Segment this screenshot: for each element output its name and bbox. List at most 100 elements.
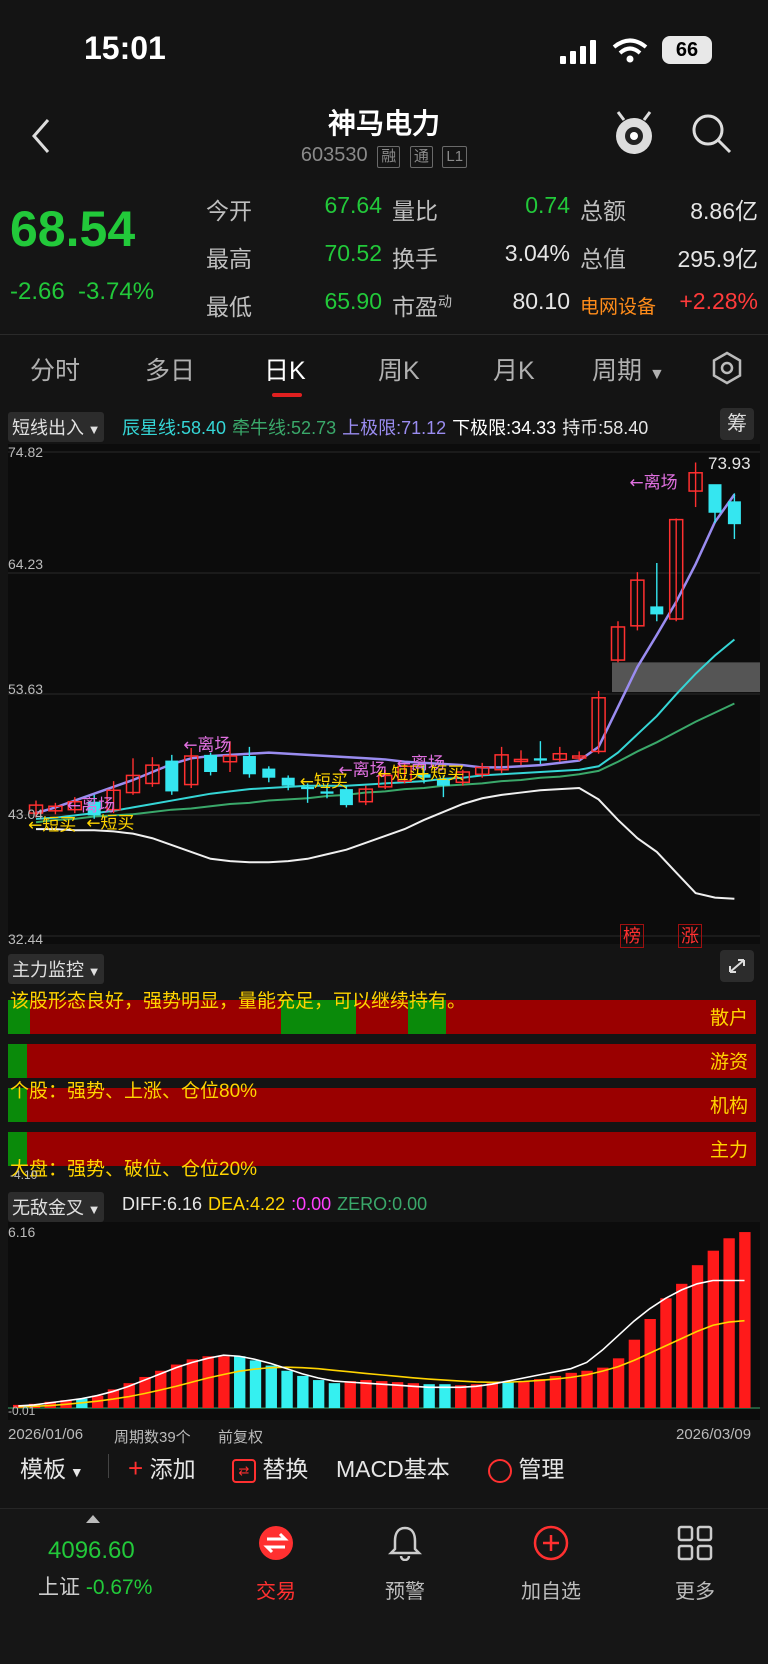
macd-bar [549,1375,562,1408]
caret-down-icon: ▼ [84,422,101,437]
manage-gear-icon [488,1458,512,1483]
bell-icon [387,1526,423,1561]
low-value: 65.90 [324,288,382,314]
main-indicator-value-0: 辰星线:58.40 [122,418,227,438]
tab-weekly-k[interactable]: 周K [378,351,420,387]
signal-annotation: ←离场 [629,473,677,493]
nav-alert[interactable]: 预警 [355,1519,455,1629]
y-tick-4: 32.44 [8,931,44,947]
index-value[interactable]: 4096.60 [48,1537,135,1565]
y-tick-1: 64.23 [8,556,44,572]
amount-value: 8.86亿 [690,198,758,224]
stock-status-text: 个股：强势、上涨、仓位80% [10,1081,258,1102]
search-icon[interactable] [690,112,734,156]
sector-link[interactable]: 电网设备 [580,292,656,319]
monitor-bar-1: 游资 [8,1044,756,1078]
macd-y-zero: -0.01 [8,1404,36,1418]
signal-annotation: +短买 [416,764,464,784]
tab-monthly-k[interactable]: 月K [493,351,535,387]
header: 神马电力 603530 融 通 L1 [0,96,768,180]
index-summary[interactable]: 上证 -0.67% [38,1571,152,1601]
mascot-icon[interactable] [612,110,656,156]
open-label: 今开 [206,198,252,224]
macd-bar [455,1385,467,1408]
pe-label-sup: 动 [438,293,452,310]
macd-chart[interactable] [8,1222,760,1420]
monitor-green-segment [8,1044,27,1078]
main-indicator-selector[interactable]: 短线出入 ▼ [8,412,105,442]
nav-trade-label: 交易 [256,1581,296,1603]
main-indicator-values: 辰星线:58.40 牵牛线:52.73 上极限:71.12 下极限:34.33 持币:5… [122,414,654,440]
macd-bar [581,1370,593,1408]
caret-down-icon: ▼ [84,1202,101,1217]
settings-hexagon-icon[interactable] [710,351,744,385]
manage-indicator-button[interactable]: 管理 [488,1450,564,1484]
replace-indicator-button[interactable]: ⇄ 替换 [232,1450,308,1484]
grid-icon [677,1525,713,1561]
monitor-row-label: 机构 [709,1096,748,1117]
y-tick-0: 74.82 [8,444,44,460]
tab-period[interactable]: 周期 ▼ [592,351,665,387]
tab-daily-k[interactable]: 日K [264,351,306,387]
nav-trade[interactable]: 交易 [226,1519,326,1629]
index-expand-icon[interactable] [86,1515,100,1523]
market-status-text: 大盘：强势、破位、仓位20% [10,1159,258,1180]
macd-values: DIFF:6.16 DEA:4.22:0.00 ZERO:0.00 [122,1194,433,1215]
macd-bar [597,1367,609,1408]
macd-value-3: ZERO:0.00 [337,1194,428,1214]
expand-icon[interactable] [720,950,754,982]
nav-more[interactable]: 更多 [645,1519,745,1629]
macd-bar [660,1298,672,1408]
volume-ratio-label: 量比 [392,198,438,224]
period-tabs: 分时 多日 日K 周K 月K 周期 ▼ [0,334,768,401]
macd-bar [739,1232,751,1408]
kline-chart[interactable]: ←短买←离场←短买←离场←短买←离场←短买←离场+短买←离场 [8,444,760,944]
macd-bar [676,1283,688,1408]
tab-multiday[interactable]: 多日 [145,351,195,387]
low-label: 最低 [206,294,252,320]
max-price-label: 73.93 [708,454,751,473]
template-button[interactable]: 模板 ▼ [20,1450,84,1484]
macd-bar [707,1250,720,1408]
manage-indicator-label: 管理 [518,1456,565,1482]
nav-add-watchlist[interactable]: 加自选 [501,1519,601,1629]
battery-level: 66 [675,39,699,61]
monitor-header: 主力监控 ▼ [8,950,760,984]
signal-annotation: ←离场 [183,736,231,756]
macd-header: 无敌金叉 ▼ DIFF:6.16 DEA:4.22:0.00 ZERO:0.00 [8,1192,760,1222]
amount-label: 总额 [580,198,626,224]
macd-bar [691,1265,704,1408]
pe-label: 市盈动 [392,288,452,322]
monitor-axis-tick: -4.10 [10,1168,38,1182]
index-change-pct: -0.67% [85,1576,153,1599]
caret-down-icon: ▼ [648,366,665,383]
y-tick-2: 53.63 [8,681,44,697]
replace-indicator-label: 替换 [262,1456,309,1482]
turnover-value: 3.04% [504,240,570,266]
turnover-label: 换手 [392,246,438,272]
index-name: 上证 [38,1576,80,1599]
monitor-selector[interactable]: 主力监控 ▼ [8,954,105,984]
monitor-row-label: 主力 [709,1140,748,1161]
candle-body [204,754,218,773]
macd-bar [486,1383,498,1408]
limit-up-badge[interactable]: 涨 [678,924,702,948]
macd-selector[interactable]: 无敌金叉 ▼ [8,1192,105,1222]
signal-annotation: ←短买 [86,813,134,833]
plus-icon: + [128,1453,144,1483]
change-value: -2.66 [10,278,65,305]
caret-down-icon: ▼ [84,964,101,979]
price-change: -2.66 -3.74% [10,278,154,306]
tab-intraday[interactable]: 分时 [30,351,80,387]
nav-alert-label: 预警 [385,1581,425,1603]
main-indicator-label: 短线出入 [12,418,84,438]
stock-code: 603530 [300,144,368,166]
market-cap-value: 295.9亿 [677,246,758,272]
ranking-badge[interactable]: 榜 [620,924,644,948]
chip-distribution-button[interactable]: 筹 [720,408,754,440]
add-indicator-button[interactable]: + 添加 [128,1450,196,1484]
nav-add-watchlist-label: 加自选 [521,1581,581,1603]
macd-basic-button[interactable]: MACD基本 [336,1450,450,1484]
macd-y-top: 6.16 [8,1224,36,1240]
macd-value-0: DIFF:6.16 [122,1194,203,1214]
